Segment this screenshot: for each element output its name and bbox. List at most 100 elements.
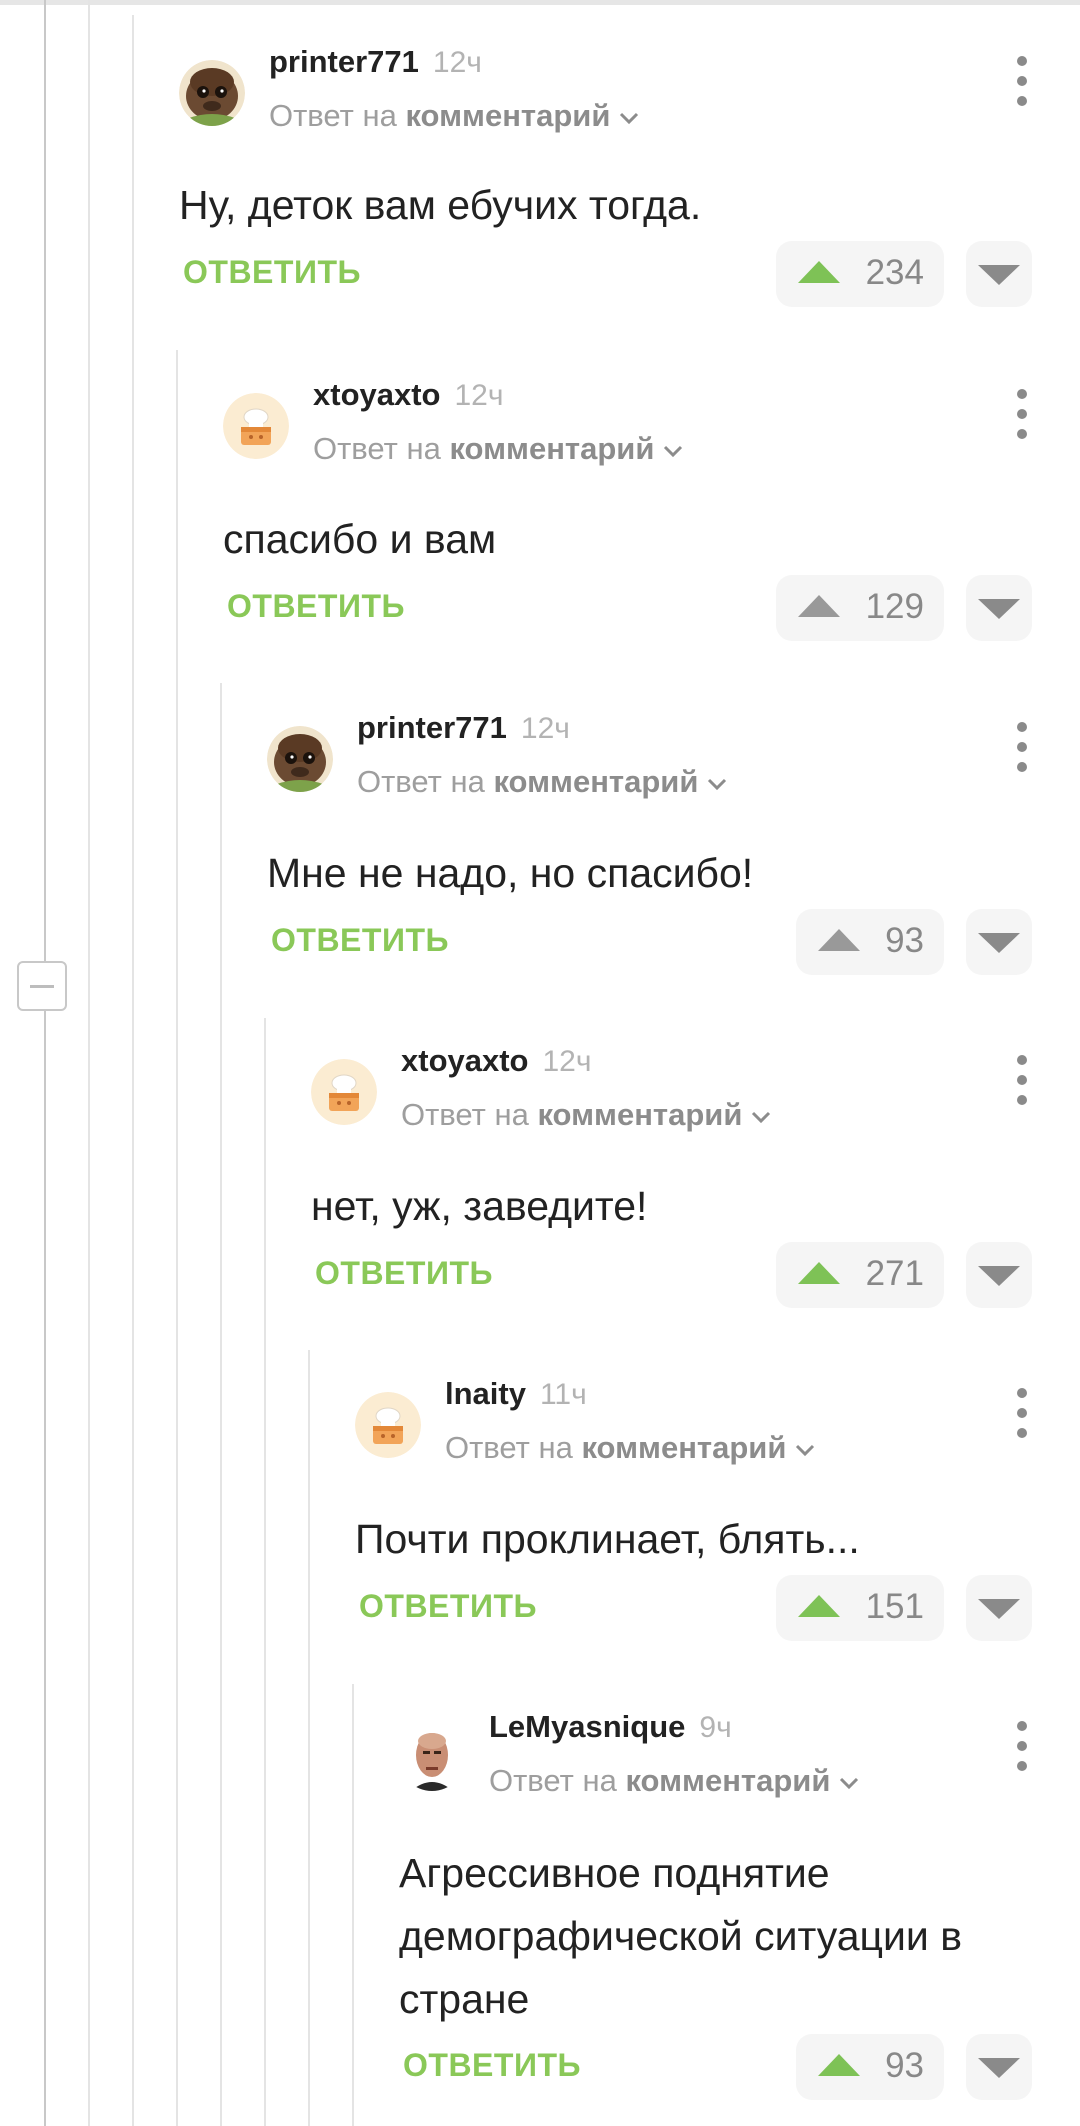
top-shadow [0,0,1080,5]
avatar[interactable] [355,1392,421,1458]
reply-to-link[interactable]: Ответ на комментарий [269,98,640,134]
comment: xtoyaxto 12ч Ответ на комментарий спасибо… [223,377,1032,647]
thread-line [220,683,222,2126]
avatar[interactable] [267,726,333,792]
comment-text: нет, уж, заведите! [311,1183,648,1229]
downvote-button[interactable] [966,1575,1032,1641]
reply-to-link[interactable]: Ответ на комментарий [489,1763,860,1799]
arrow-up-icon [818,2054,860,2076]
comment-text: Мне не надо, но спасибо! [267,850,754,896]
upvote-button[interactable]: 93 [796,2034,944,2100]
thread-line [352,1684,354,2126]
vote-count: 93 [885,2046,924,2085]
downvote-button[interactable] [966,575,1032,641]
brown-creature-avatar-icon [267,726,333,792]
chevron-down-icon [840,1777,859,1789]
upvote-button[interactable]: 93 [796,909,944,975]
reply-to-link[interactable]: Ответ на комментарий [401,1097,772,1133]
upvote-button[interactable]: 129 [776,575,944,641]
vote-count: 151 [865,1587,924,1626]
arrow-down-icon [978,1266,1020,1286]
username[interactable]: printer771 12ч [269,44,482,80]
vote-count: 93 [885,921,924,960]
thread-line [88,0,90,2126]
arrow-down-icon [978,599,1020,619]
more-menu-button[interactable] [1012,722,1032,772]
thread-line [44,0,46,2126]
thread-line [132,15,134,2126]
thread-line [264,1018,266,2126]
more-menu-button[interactable] [1012,1388,1032,1438]
arrow-up-icon [818,929,860,951]
chevron-down-icon [752,1111,771,1123]
reply-button[interactable]: ОТВЕТИТЬ [227,588,405,625]
bald-man-portrait-avatar-icon [399,1725,465,1791]
username[interactable]: xtoyaxto 12ч [313,377,503,413]
comment-text-line: Агрессивное поднятие [399,1850,830,1896]
comment: printer771 12ч Ответ на комментарий Ну, д… [179,44,1032,314]
vote-count: 129 [865,587,924,626]
comment: xtoyaxto 12ч Ответ на комментарий нет, уж… [311,1043,1032,1313]
username[interactable]: LeMyasnique 9ч [489,1709,732,1745]
reply-button[interactable]: ОТВЕТИТЬ [183,254,361,291]
downvote-button[interactable] [966,2034,1032,2100]
reply-prefix: Ответ на [357,764,485,799]
avatar[interactable] [223,393,289,459]
reply-prefix: Ответ на [489,1763,617,1798]
downvote-button[interactable] [966,909,1032,975]
downvote-button[interactable] [966,1242,1032,1308]
reply-button[interactable]: ОТВЕТИТЬ [359,1588,537,1625]
downvote-button[interactable] [966,241,1032,307]
reply-button[interactable]: ОТВЕТИТЬ [315,1255,493,1292]
reply-prefix: Ответ на [401,1097,529,1132]
avatar[interactable] [399,1725,465,1791]
arrow-down-icon [978,1599,1020,1619]
reply-button[interactable]: ОТВЕТИТЬ [271,922,449,959]
reply-target: комментарий [449,431,655,466]
chevron-down-icon [620,112,639,124]
reply-to-link[interactable]: Ответ на комментарий [313,431,684,467]
comment: printer771 12ч Ответ на комментарий Мне н… [267,710,1032,980]
reply-to-link[interactable]: Ответ на комментарий [357,764,728,800]
upvote-button[interactable]: 234 [776,241,944,307]
upvote-button[interactable]: 151 [776,1575,944,1641]
reply-target: комментарий [405,98,611,133]
arrow-up-icon [798,1262,840,1284]
username[interactable]: lnaity 11ч [445,1376,587,1412]
comment: LeMyasnique 9ч Ответ на комментарий Агрес… [399,1709,1032,2126]
thread-line [308,1350,310,2126]
timestamp: 11ч [539,1378,587,1411]
chef-hat-cake-avatar-icon [355,1392,421,1458]
reply-prefix: Ответ на [269,98,397,133]
upvote-button[interactable]: 271 [776,1242,944,1308]
more-menu-button[interactable] [1012,389,1032,439]
arrow-down-icon [978,2058,1020,2078]
collapse-thread-button[interactable] [17,961,67,1011]
username[interactable]: printer771 12ч [357,710,570,746]
reply-target: комментарий [493,764,699,799]
chevron-down-icon [664,445,683,457]
vote-count: 234 [865,253,924,292]
username[interactable]: xtoyaxto 12ч [401,1043,591,1079]
arrow-up-icon [798,261,840,283]
more-menu-button[interactable] [1012,56,1032,106]
reply-target: комментарий [625,1763,831,1798]
comment-text-line: стране [399,1976,530,2022]
timestamp: 12ч [454,379,504,412]
minus-icon [30,985,54,988]
avatar[interactable] [311,1059,377,1125]
avatar[interactable] [179,60,245,126]
more-menu-button[interactable] [1012,1055,1032,1105]
more-menu-button[interactable] [1012,1721,1032,1771]
chevron-down-icon [796,1444,815,1456]
reply-to-link[interactable]: Ответ на комментарий [445,1430,816,1466]
vote-count: 271 [865,1254,924,1293]
thread-line [176,350,178,2126]
reply-button[interactable]: ОТВЕТИТЬ [403,2047,581,2084]
brown-creature-avatar-icon [179,60,245,126]
timestamp: 12ч [542,1045,592,1078]
chef-hat-cake-avatar-icon [311,1059,377,1125]
arrow-down-icon [978,933,1020,953]
arrow-up-icon [798,595,840,617]
comment-text: спасибо и вам [223,516,497,562]
